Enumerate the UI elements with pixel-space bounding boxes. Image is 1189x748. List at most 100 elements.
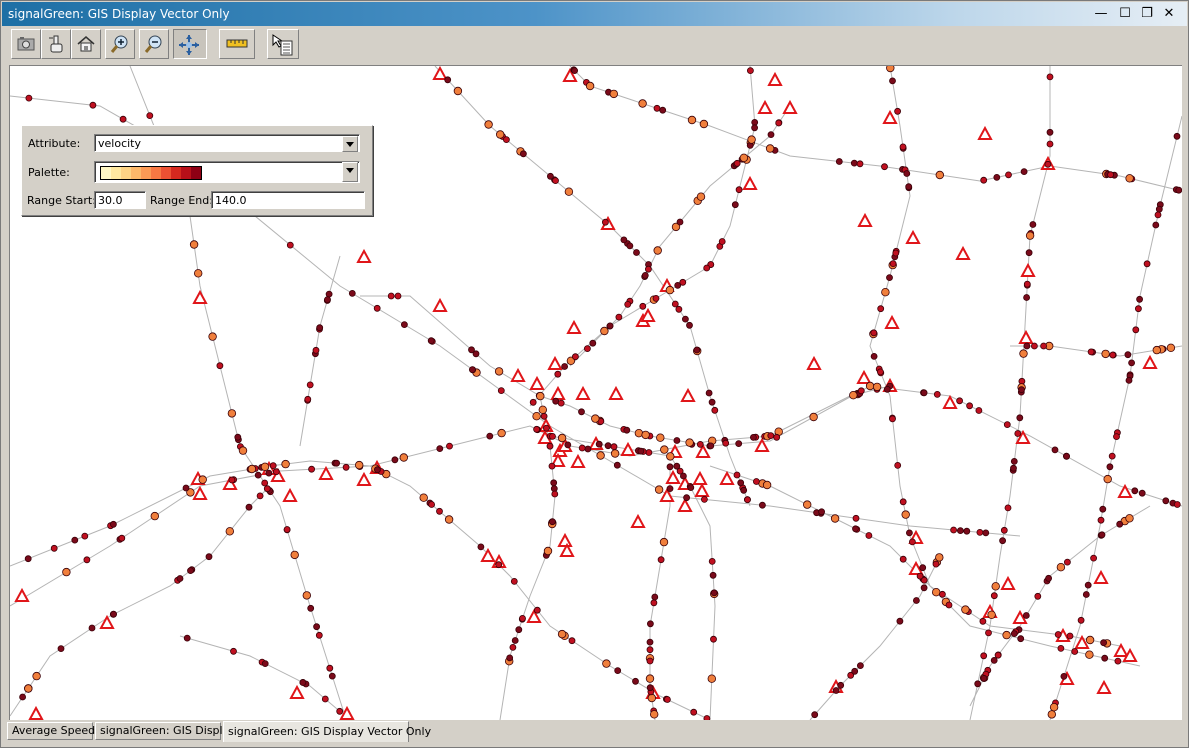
velocity-point: [1046, 73, 1054, 81]
maximize-button[interactable]: ☐: [1116, 5, 1134, 23]
attribute-select[interactable]: velocity: [94, 134, 360, 152]
velocity-point: [540, 412, 548, 420]
pointer-list-icon: [272, 34, 293, 56]
velocity-point: [551, 490, 559, 498]
velocity-point: [1082, 591, 1090, 598]
velocity-point: [653, 246, 662, 255]
zoom-out-button[interactable]: [139, 29, 169, 59]
velocity-point: [324, 296, 331, 304]
traffic-signal-icon: [566, 319, 582, 334]
velocity-point: [1114, 657, 1122, 665]
velocity-point: [932, 560, 940, 568]
velocity-point: [549, 518, 556, 526]
velocity-point: [304, 395, 312, 403]
velocity-point: [737, 479, 745, 487]
velocity-point: [993, 174, 1001, 181]
velocity-point: [881, 163, 888, 171]
palette-swatch: [141, 167, 151, 179]
home-icon: [77, 36, 95, 52]
velocity-point: [982, 529, 990, 537]
velocity-point: [707, 674, 716, 683]
velocity-point: [990, 592, 998, 600]
velocity-point: [683, 494, 690, 502]
velocity-point: [1128, 359, 1135, 367]
select-info-button[interactable]: [267, 29, 299, 59]
velocity-point: [818, 508, 825, 516]
camera-button[interactable]: [11, 29, 41, 59]
velocity-point: [1054, 631, 1062, 638]
range-start-input[interactable]: 30.0: [94, 191, 146, 209]
zoom-in-button[interactable]: [105, 29, 135, 59]
chevron-down-icon[interactable]: [342, 162, 358, 182]
palette-swatch: [171, 167, 181, 179]
velocity-point: [550, 479, 558, 487]
velocity-point: [468, 346, 475, 354]
velocity-point: [615, 313, 623, 321]
velocity-point: [1090, 554, 1097, 562]
traffic-signal-icon: [1000, 575, 1016, 590]
measure-button[interactable]: [219, 29, 255, 59]
palette-select[interactable]: [94, 161, 360, 183]
touch-button[interactable]: [41, 29, 71, 59]
velocity-point: [564, 441, 572, 449]
velocity-point: [247, 464, 257, 474]
velocity-point: [373, 466, 381, 474]
close-button[interactable]: ✕: [1160, 5, 1178, 23]
velocity-point: [205, 553, 213, 561]
velocity-point: [506, 654, 514, 662]
velocity-point: [646, 638, 654, 646]
velocity-point: [427, 337, 435, 345]
traffic-signal-icon: [547, 355, 563, 370]
traffic-signal-icon: [665, 469, 681, 484]
velocity-point: [733, 159, 741, 167]
velocity-point: [1057, 645, 1065, 652]
range-start-label: Range Start:: [27, 194, 96, 207]
velocity-point: [626, 242, 634, 250]
palette-swatches: [100, 166, 202, 180]
velocity-point: [849, 391, 858, 400]
road-line: [569, 66, 1182, 192]
pan-button[interactable]: [173, 29, 207, 59]
velocity-point: [547, 172, 554, 180]
traffic-signal-icon: [1093, 569, 1109, 584]
velocity-point: [633, 249, 640, 256]
traffic-signal-icon: [1113, 642, 1129, 657]
velocity-point: [602, 659, 611, 668]
tab-average-speed[interactable]: Average Speed: [7, 722, 95, 740]
velocity-point: [686, 321, 693, 329]
velocity-point: [1085, 635, 1095, 645]
velocity-point: [436, 445, 444, 453]
range-end-input[interactable]: 140.0: [211, 191, 365, 209]
velocity-point: [747, 67, 754, 74]
velocity-point: [261, 479, 269, 487]
tab-gis-display[interactable]: signalGreen: GIS Display: [95, 722, 236, 740]
velocity-point: [342, 463, 350, 471]
velocity-point: [453, 86, 463, 96]
chevron-down-icon[interactable]: [342, 136, 358, 152]
velocity-point: [81, 532, 89, 540]
velocity-point: [486, 432, 494, 440]
velocity-point: [903, 170, 911, 177]
road-line: [360, 295, 1182, 507]
velocity-point: [1097, 516, 1105, 524]
velocity-point: [602, 218, 609, 226]
tab-label: signalGreen: GIS Display: [100, 724, 236, 737]
velocity-point: [24, 684, 33, 693]
velocity-point: [939, 590, 946, 598]
velocity-point: [557, 433, 567, 443]
velocity-point: [394, 292, 402, 300]
restore-button[interactable]: ❐: [1138, 5, 1156, 23]
velocity-point: [1017, 635, 1025, 643]
velocity-point: [1047, 710, 1056, 719]
traffic-signal-icon: [1117, 483, 1133, 498]
tab-gis-display-vector-only[interactable]: signalGreen: GIS Display Vector Only: [223, 721, 431, 742]
velocity-point: [909, 538, 916, 546]
velocity-point: [198, 475, 207, 484]
title-bar[interactable]: signalGreen: GIS Display Vector Only — ☐…: [2, 2, 1187, 26]
velocity-point: [916, 572, 924, 580]
velocity-point: [1020, 168, 1028, 175]
home-button[interactable]: [71, 29, 101, 59]
velocity-point: [596, 451, 605, 460]
minimize-button[interactable]: —: [1092, 5, 1110, 23]
velocity-point: [57, 645, 65, 652]
